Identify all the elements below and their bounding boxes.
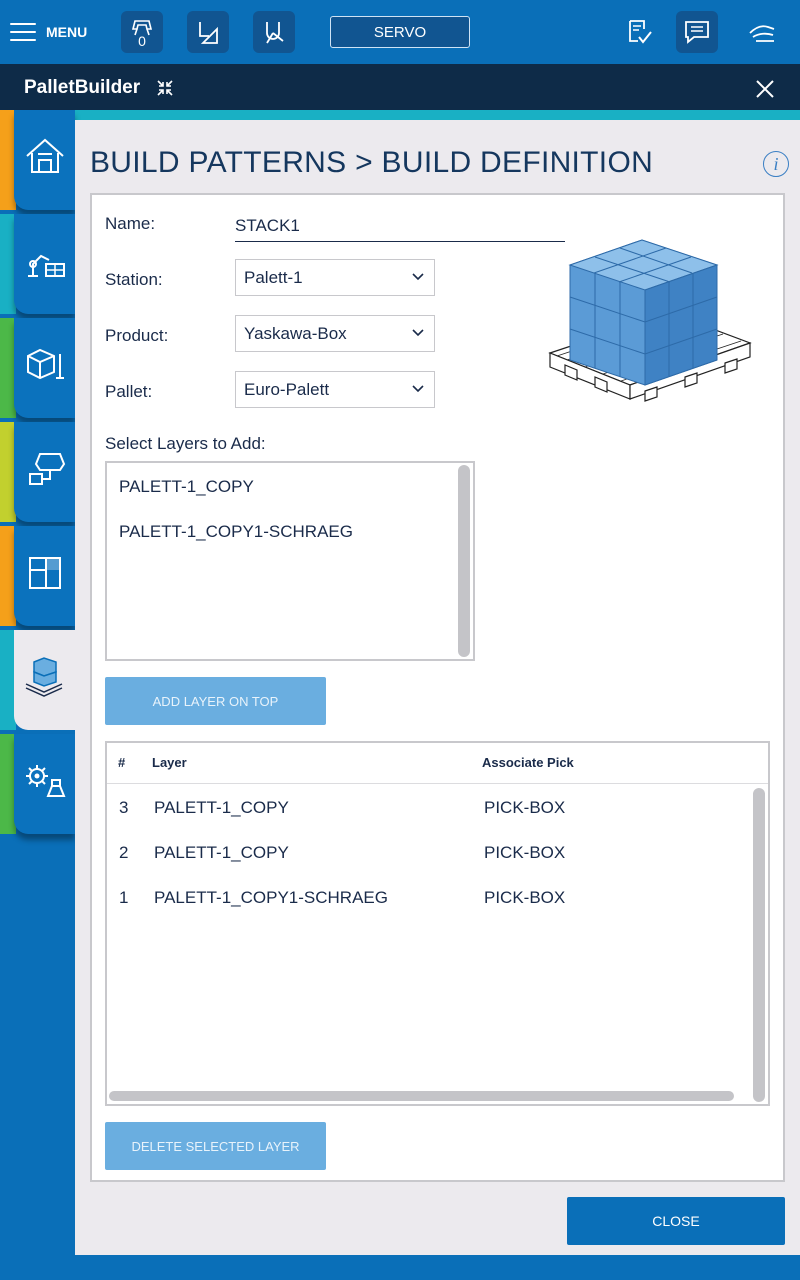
select-layers-label: Select Layers to Add: xyxy=(105,434,266,453)
teal-accent-strip xyxy=(75,110,800,120)
robot-frame-icon xyxy=(266,22,284,44)
box-definition-icon xyxy=(27,348,64,380)
delete-layer-button[interactable]: DELETE SELECTED LAYER xyxy=(105,1122,326,1170)
layers-list-scrollbar[interactable] xyxy=(458,465,470,657)
column-header-associate-pick: Associate Pick xyxy=(482,755,574,770)
row-pick: PICK-BOX xyxy=(484,843,566,862)
list-item[interactable]: PALETT-1_COPY xyxy=(119,477,254,497)
pallet-value: Euro-Palett xyxy=(244,380,330,399)
row-layer: PALETT-1_COPY1-SCHRAEG xyxy=(154,888,388,907)
column-header-layer: Layer xyxy=(152,755,187,770)
info-icon[interactable]: i xyxy=(763,151,789,177)
available-layers-list[interactable]: PALETT-1_COPY PALETT-1_COPY1-SCHRAEG xyxy=(105,461,475,661)
pallet-stack-illustration xyxy=(548,239,752,402)
message-button[interactable] xyxy=(676,11,718,53)
hand-guide-icon xyxy=(749,25,775,42)
table-header: # Layer Associate Pick xyxy=(107,743,768,784)
sidebar-tab-build-pattern[interactable] xyxy=(0,630,75,730)
row-pick: PICK-BOX xyxy=(484,798,566,817)
sidebar xyxy=(0,110,75,1280)
page-title: BUILD PATTERNS > BUILD DEFINITION xyxy=(90,146,654,179)
home-icon xyxy=(26,138,64,173)
station-label: Station: xyxy=(105,270,163,289)
top-toolbar: MENU 0 SERVO xyxy=(0,0,800,64)
tool-counter: 0 xyxy=(138,33,146,49)
menu-label: MENU xyxy=(46,24,88,40)
job-check-icon xyxy=(629,20,652,44)
station-select[interactable]: Palett-1 xyxy=(235,259,435,296)
chevron-down-icon xyxy=(412,329,424,337)
product-label: Product: xyxy=(105,326,169,345)
sidebar-tab-settings[interactable] xyxy=(0,734,75,834)
layer-pattern-icon xyxy=(29,557,61,589)
user-frame-icon xyxy=(199,22,218,44)
column-header-number: # xyxy=(118,755,126,770)
app-title: PalletBuilder xyxy=(24,77,141,98)
table-vertical-scrollbar[interactable] xyxy=(753,788,765,1102)
chevron-down-icon xyxy=(412,385,424,393)
table-horizontal-scrollbar[interactable] xyxy=(109,1091,734,1101)
name-label: Name: xyxy=(105,214,156,233)
row-number: 1 xyxy=(119,888,129,907)
table-row[interactable]: 3 PALETT-1_COPY PICK-BOX xyxy=(107,786,752,831)
job-check-button[interactable] xyxy=(618,11,660,53)
row-layer: PALETT-1_COPY xyxy=(154,798,289,817)
sidebar-tab-robot-cell[interactable] xyxy=(0,214,75,314)
robot-frame-button[interactable] xyxy=(253,11,295,53)
close-button[interactable]: CLOSE xyxy=(567,1197,785,1245)
station-value: Palett-1 xyxy=(244,268,303,287)
list-item[interactable]: PALETT-1_COPY1-SCHRAEG xyxy=(119,522,353,542)
hand-guide-button[interactable] xyxy=(741,11,783,53)
build-layers-table: # Layer Associate Pick 3 PALETT-1_COPY P… xyxy=(105,741,770,1106)
table-row[interactable]: 2 PALETT-1_COPY PICK-BOX xyxy=(107,831,752,876)
name-input[interactable] xyxy=(235,210,565,242)
message-icon xyxy=(685,21,709,44)
product-select[interactable]: Yaskawa-Box xyxy=(235,315,435,352)
build-pattern-icon xyxy=(25,657,63,697)
gripper-tool-button[interactable]: 0 xyxy=(121,11,163,53)
chevron-down-icon xyxy=(412,273,424,281)
sidebar-tab-home[interactable] xyxy=(0,110,75,210)
app-title-bar: PalletBuilder xyxy=(0,64,800,110)
table-row[interactable]: 1 PALETT-1_COPY1-SCHRAEG PICK-BOX xyxy=(107,876,752,921)
sidebar-tab-box-definition[interactable] xyxy=(0,318,75,418)
pallet-label: Pallet: xyxy=(105,382,153,401)
add-layer-button[interactable]: ADD LAYER ON TOP xyxy=(105,677,326,725)
sidebar-tab-pick-gripper[interactable] xyxy=(0,422,75,522)
servo-button[interactable]: SERVO xyxy=(330,16,470,48)
pick-gripper-icon xyxy=(29,453,66,485)
row-pick: PICK-BOX xyxy=(484,888,566,907)
menu-icon xyxy=(10,21,36,43)
collapse-icon[interactable] xyxy=(155,78,175,98)
pallet-select[interactable]: Euro-Palett xyxy=(235,371,435,408)
menu-button[interactable]: MENU xyxy=(10,19,100,45)
settings-icon xyxy=(26,765,66,797)
row-number: 2 xyxy=(119,843,129,862)
row-layer: PALETT-1_COPY xyxy=(154,843,289,862)
row-number: 3 xyxy=(119,798,129,817)
sidebar-tab-layer-pattern[interactable] xyxy=(0,526,75,626)
user-frame-button[interactable] xyxy=(187,11,229,53)
close-window-icon[interactable] xyxy=(753,77,777,101)
product-value: Yaskawa-Box xyxy=(244,324,347,343)
robot-cell-icon xyxy=(28,254,65,277)
